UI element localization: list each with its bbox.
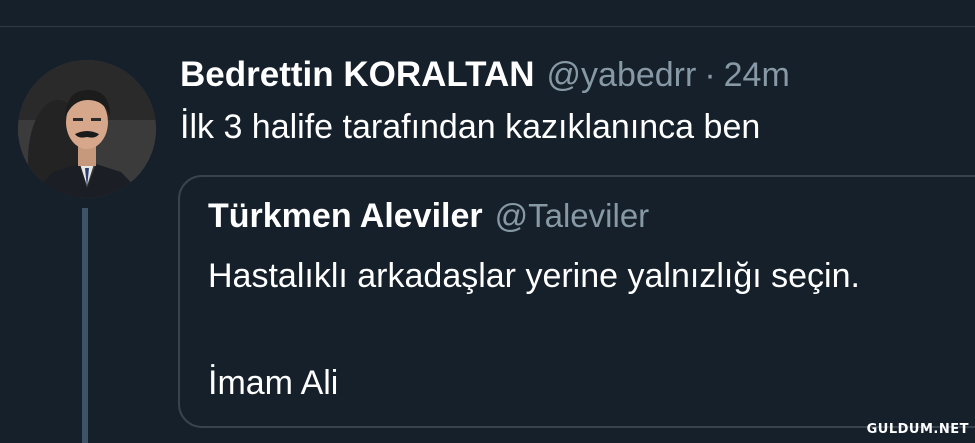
quoted-tweet-header: Türkmen Aleviler @Taleviler — [208, 197, 649, 236]
avatar[interactable] — [18, 60, 156, 198]
quoted-author-name: Türkmen Aleviler — [208, 197, 483, 235]
thread-line — [82, 208, 88, 443]
tweet-text: İlk 3 halife tarafından kazıklanınca ben — [180, 108, 761, 146]
top-divider — [0, 26, 975, 27]
timestamp[interactable]: 24m — [724, 56, 790, 95]
author-handle[interactable]: @yabedrr — [547, 56, 697, 95]
profile-photo-icon — [18, 60, 156, 198]
quoted-author-handle: @Taleviler — [494, 197, 650, 234]
author-name[interactable]: Bedrettin KORALTAN — [180, 55, 535, 95]
quoted-tweet-card[interactable]: Türkmen Aleviler @Taleviler Hastalıklı a… — [178, 175, 975, 428]
watermark: GULDUM.NET — [866, 422, 969, 437]
tweet-header: Bedrettin KORALTAN @yabedrr · 24m — [180, 55, 790, 101]
quoted-tweet-attribution: İmam Ali — [208, 364, 339, 402]
quoted-tweet-text: Hastalıklı arkadaşlar yerine yalnızlığı … — [208, 257, 860, 295]
separator-dot: · — [704, 56, 716, 94]
